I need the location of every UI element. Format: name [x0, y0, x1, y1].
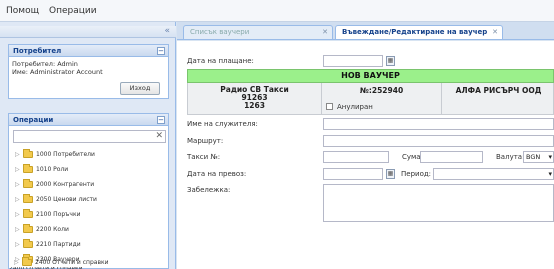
sum-input[interactable] — [420, 151, 483, 163]
tree-item[interactable]: ▷ 1010 Роли — [9, 163, 68, 175]
expand-arrow-icon[interactable]: ▷ — [15, 241, 23, 248]
tab-strip: Списък ваучери ✕ Въвеждане/Редактиране н… — [177, 22, 554, 40]
route-input[interactable] — [323, 135, 554, 147]
payment-date-input[interactable] — [323, 55, 383, 67]
collapse-left-icon[interactable]: « — [164, 26, 170, 36]
menu-operations[interactable]: Операции — [49, 6, 97, 16]
collapse-icon[interactable]: − — [157, 47, 165, 55]
folder-icon — [23, 193, 33, 203]
close-icon[interactable]: ✕ — [322, 26, 328, 39]
calendar-icon[interactable]: ▦ — [386, 56, 395, 66]
tab-voucher-list[interactable]: Списък ваучери ✕ — [183, 25, 333, 39]
annul-label: Анулиран — [337, 103, 373, 111]
folder-icon — [23, 178, 33, 188]
taxi-input[interactable] — [323, 151, 389, 163]
company-code: 1263 — [244, 101, 265, 110]
client-name: АЛФА РИСЪРЧ ООД — [455, 86, 542, 95]
collapse-bar[interactable]: « — [0, 26, 176, 38]
expand-arrow-icon[interactable]: ▷ — [14, 259, 22, 266]
tree-item-label: 1000 Потребители — [36, 150, 95, 158]
voucher-info-row: Радио СВ Такси 91263 1263 №:252940 Анули… — [187, 83, 554, 115]
folder-icon — [23, 208, 33, 218]
currency-value: BGN — [526, 153, 541, 161]
logout-button[interactable]: Изход — [120, 82, 160, 95]
folder-icon — [23, 223, 33, 233]
expand-arrow-icon[interactable]: ▷ — [15, 181, 23, 188]
voucher-number: №:252940 — [359, 86, 404, 95]
chevron-down-icon[interactable]: ▾ — [548, 152, 552, 162]
operations-panel-body: ✕ ▷ 1000 Потребители ▷ 1010 Роли ▷ 2000 Кон… — [8, 126, 169, 269]
expand-arrow-icon[interactable]: ▷ — [15, 166, 23, 173]
user-line: Потребител: Admin — [12, 60, 78, 68]
voucher-form: Дата на плащане: ▦ НОВ ВАУЧЕР Радио СВ Т… — [177, 41, 554, 269]
chevron-down-icon[interactable]: ▾ — [548, 169, 552, 179]
note-label: Забележка: — [187, 186, 231, 194]
employee-input[interactable] — [323, 118, 554, 130]
users-panel-title: Потребител — [13, 47, 62, 55]
tree-item-label: 2050 Ценови листи — [36, 195, 97, 203]
tab-label: Списък ваучери — [190, 28, 250, 36]
menu-help[interactable]: Помощ — [6, 6, 39, 16]
annul-checkbox[interactable] — [326, 103, 333, 110]
tree-item-label: 2100 Поръчки — [36, 210, 81, 218]
tree-item-label: 2000 Контрагенти — [36, 180, 95, 188]
name-line: Име: Administrator Account — [12, 68, 103, 76]
note-textarea[interactable] — [323, 184, 554, 222]
transfer-date-input[interactable] — [323, 168, 383, 180]
tree-item[interactable]: ▷ 2100 Поръчки — [9, 208, 80, 220]
calendar-icon[interactable]: ▦ — [386, 169, 395, 179]
expand-arrow-icon[interactable]: ▷ — [15, 226, 23, 233]
taxi-label: Такси №: — [187, 153, 221, 161]
close-icon[interactable]: ✕ — [492, 26, 498, 39]
tree-item-label: 2400 Отчети и справки — [35, 258, 109, 266]
clear-icon[interactable]: ✕ — [155, 131, 163, 141]
menu-bar: Помощ Операции — [0, 0, 554, 22]
operations-panel-title: Операции — [13, 116, 54, 124]
tab-label: Въвеждане/Редактиране на ваучер — [342, 28, 488, 36]
route-label: Маршрут: — [187, 137, 224, 145]
users-panel-header[interactable]: Потребител − — [8, 44, 169, 57]
tree-item[interactable]: ▷ 2200 Коли — [9, 223, 69, 235]
tree-item-label: 2200 Коли — [36, 225, 69, 233]
tree-item[interactable]: ▷ 2000 Контрагенти — [9, 178, 94, 190]
client-cell: АЛФА РИСЪРЧ ООД — [442, 83, 554, 114]
folder-icon — [22, 256, 32, 266]
transfer-date-label: Дата на превоз: — [187, 170, 247, 178]
tab-voucher-edit[interactable]: Въвеждане/Редактиране на ваучер ✕ — [335, 25, 503, 39]
tree-item[interactable]: ▷ 2050 Ценови листи — [9, 193, 97, 205]
folder-icon — [23, 148, 33, 158]
payment-date-label: Дата на плащане: — [187, 57, 254, 65]
collapse-icon[interactable]: − — [157, 116, 165, 124]
tree-item[interactable]: ▷ 1000 Потребители — [9, 148, 95, 160]
employee-label: Име на служителя: — [187, 120, 258, 128]
currency-label: Валута: — [496, 153, 525, 161]
company-cell: Радио СВ Такси 91263 1263 — [188, 83, 322, 114]
folder-icon — [23, 163, 33, 173]
operations-panel-header[interactable]: Операции − — [8, 113, 169, 126]
currency-select[interactable]: BGN ▾ — [523, 151, 554, 163]
tree-item-label: 1010 Роли — [36, 165, 69, 173]
period-label: Период: — [401, 170, 432, 178]
expand-arrow-icon[interactable]: ▷ — [15, 211, 23, 218]
period-select[interactable]: ▾ — [433, 168, 554, 180]
users-panel-body: Потребител: Admin Име: Administrator Acc… — [8, 57, 169, 99]
tree-item[interactable]: ▷ 2210 Партиди — [9, 238, 81, 250]
expand-arrow-icon[interactable]: ▷ — [15, 151, 23, 158]
new-voucher-title: НОВ ВАУЧЕР — [187, 69, 554, 83]
tree-item-label: 2210 Партиди — [36, 240, 81, 248]
expand-arrow-icon[interactable]: ▷ — [15, 196, 23, 203]
tree-item[interactable]: ▷ 2400 Отчети и справки — [8, 256, 109, 268]
operations-search-input[interactable]: ✕ — [13, 130, 166, 143]
folder-icon — [23, 238, 33, 248]
